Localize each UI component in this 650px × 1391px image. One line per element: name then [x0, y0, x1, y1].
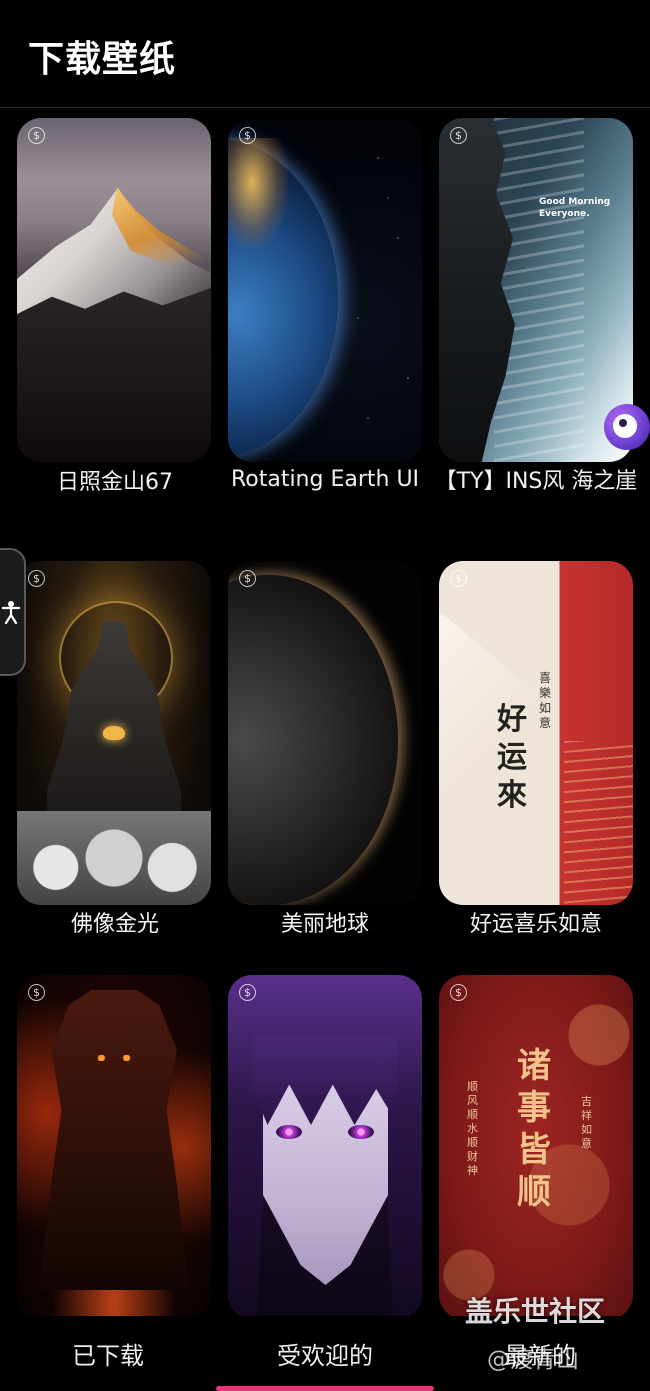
wave-pattern	[564, 741, 633, 905]
wallpaper-card-fire-tiger[interactable]: $	[17, 975, 211, 1319]
art-text: Good Morning Everyone.	[539, 197, 611, 219]
wallpaper-card-all-goes-well[interactable]: 诸事皆顺 顺风顺水顺财神 吉祥如意 $	[439, 975, 633, 1319]
paid-coin-icon: $	[28, 984, 45, 1001]
tiger	[39, 990, 189, 1290]
right-eye	[348, 1125, 374, 1139]
left-eye	[276, 1125, 302, 1139]
paid-coin-icon: $	[239, 127, 256, 144]
tiger-eyes	[93, 1055, 135, 1061]
wallpaper-card-golden-buddha[interactable]: $	[17, 561, 211, 905]
paid-coin-icon: $	[28, 570, 45, 587]
art-calligraphy: 诸事皆顺	[517, 1046, 551, 1212]
accessibility-icon	[1, 600, 21, 629]
watermark-author: @渡青山	[487, 1347, 579, 1373]
city-lights	[228, 138, 288, 248]
bubble-pupil	[619, 419, 627, 427]
wallpaper-card-rotating-earth[interactable]: $	[228, 118, 422, 462]
clouds	[17, 811, 211, 905]
wallpaper-label[interactable]: 佛像金光	[10, 910, 220, 940]
wallpaper-card-sea-cliff[interactable]: Good Morning Everyone. $	[439, 118, 633, 462]
tab-popular[interactable]: 受欢迎的	[225, 1336, 425, 1371]
page-title: 下载壁纸	[28, 39, 177, 80]
paid-coin-icon: $	[239, 984, 256, 1001]
paid-coin-icon: $	[450, 127, 467, 144]
face	[263, 1085, 388, 1285]
tab-downloaded[interactable]: 已下载	[8, 1336, 208, 1371]
accessibility-tab[interactable]	[0, 548, 26, 676]
art-small-text: 喜樂如意	[539, 671, 552, 730]
sea-foam	[494, 118, 584, 462]
wallpaper-label[interactable]: 好运喜乐如意	[431, 910, 641, 940]
lotus-icon	[103, 726, 125, 740]
art-calligraphy: 好运來	[497, 702, 527, 813]
wallpaper-label[interactable]: 美丽地球	[220, 910, 430, 940]
paid-coin-icon: $	[28, 127, 45, 144]
art-left-text: 顺风顺水顺财神	[467, 1080, 478, 1177]
header: 下载壁纸	[0, 0, 650, 108]
wallpaper-card-good-luck[interactable]: 好运來 喜樂如意 $	[439, 561, 633, 905]
wallpaper-card-golden-mountain[interactable]: $	[17, 118, 211, 462]
art-right-text: 吉祥如意	[581, 1095, 592, 1150]
wallpaper-label[interactable]: 日照金山67	[10, 468, 220, 498]
floating-assistant-button[interactable]	[604, 404, 650, 450]
paid-coin-icon: $	[450, 984, 467, 1001]
wallpaper-label[interactable]: Rotating Earth UI	[220, 465, 430, 495]
wallpaper-card-anime-girl[interactable]: $	[228, 975, 422, 1319]
paid-coin-icon: $	[450, 570, 467, 587]
wallpaper-label[interactable]: 【TY】INS风 海之崖	[431, 467, 641, 497]
wallpaper-card-beautiful-earth[interactable]: $	[228, 561, 422, 905]
paid-coin-icon: $	[239, 570, 256, 587]
earth-globe	[228, 575, 398, 905]
watermark-community: 盖乐世社区	[465, 1295, 606, 1328]
active-tab-indicator	[216, 1386, 434, 1391]
dark-ridge	[17, 288, 211, 462]
